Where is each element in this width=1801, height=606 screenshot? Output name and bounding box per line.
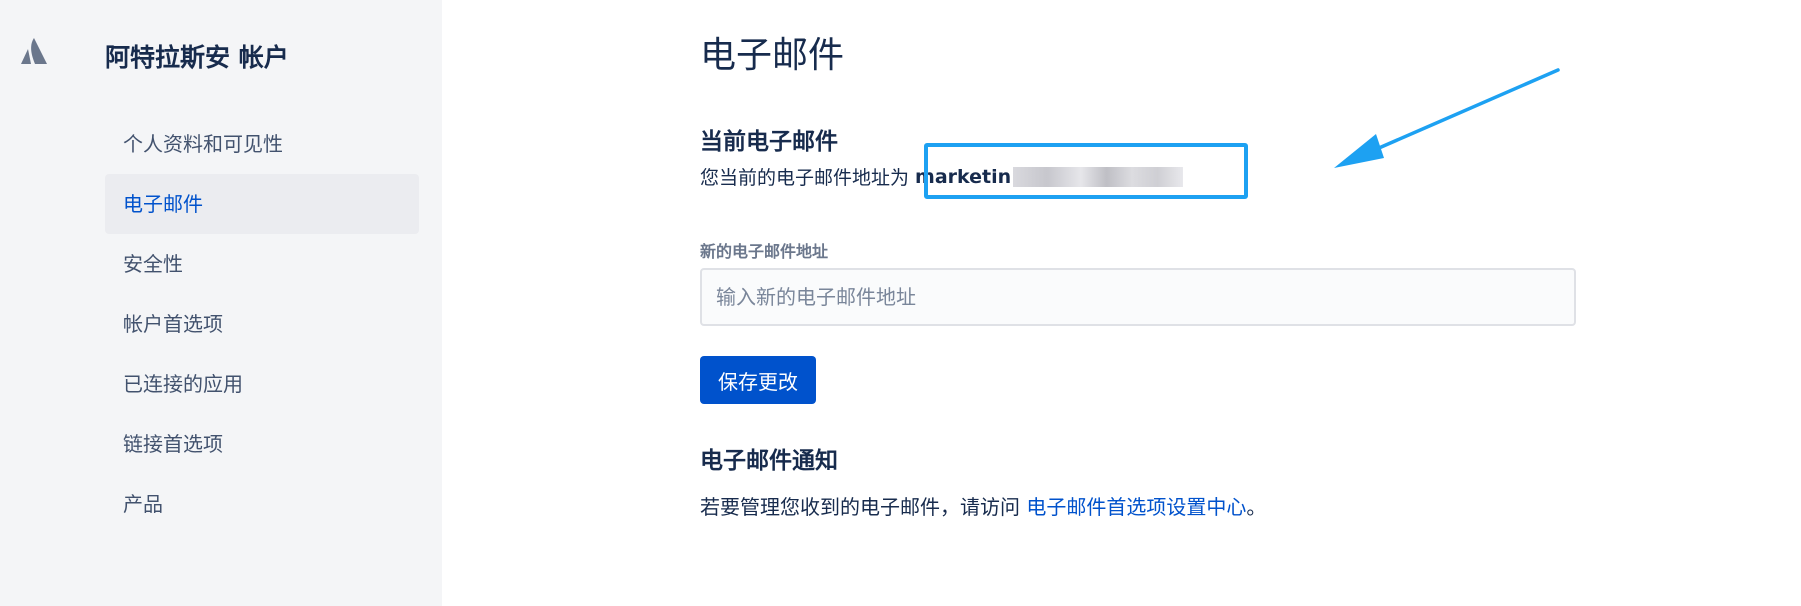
sidebar-item-connected-apps[interactable]: 已连接的应用 (105, 354, 419, 414)
app-title: 阿特拉斯安 帐户 (105, 43, 289, 72)
current-email-heading: 当前电子邮件 (700, 129, 838, 155)
sidebar-item-products[interactable]: 产品 (105, 474, 419, 534)
sidebar-item-profile[interactable]: 个人资料和可见性 (105, 114, 419, 174)
atlassian-logo-icon[interactable] (19, 36, 49, 66)
sidebar: 阿特拉斯安 帐户 个人资料和可见性 电子邮件 安全性 帐户首选项 已连接的应用 … (0, 0, 442, 606)
annotation-highlight-box (924, 143, 1248, 199)
current-email-prefix: 您当前的电子邮件地址为 (700, 167, 910, 189)
sidebar-item-email[interactable]: 电子邮件 (105, 174, 419, 234)
sidebar-item-security[interactable]: 安全性 (105, 234, 419, 294)
new-email-input[interactable] (700, 268, 1576, 326)
save-changes-button[interactable]: 保存更改 (700, 356, 816, 404)
sidebar-item-link-preferences[interactable]: 链接首选项 (105, 414, 419, 474)
notifications-text-after: 。 (1246, 495, 1267, 519)
annotation-arrow-icon (1334, 68, 1560, 168)
email-preferences-center-link[interactable]: 电子邮件首选项设置中心 (1026, 495, 1246, 519)
sidebar-nav: 个人资料和可见性 电子邮件 安全性 帐户首选项 已连接的应用 链接首选项 产品 (105, 114, 419, 534)
email-notifications-text: 若要管理您收到的电子邮件，请访问 电子邮件首选项设置中心。 (700, 491, 1266, 520)
new-email-label: 新的电子邮件地址 (700, 242, 829, 261)
sidebar-item-account-preferences[interactable]: 帐户首选项 (105, 294, 419, 354)
email-notifications-heading: 电子邮件通知 (700, 448, 838, 474)
page-title: 电子邮件 (700, 35, 845, 76)
notifications-text-before: 若要管理您收到的电子邮件，请访问 (700, 495, 1027, 519)
